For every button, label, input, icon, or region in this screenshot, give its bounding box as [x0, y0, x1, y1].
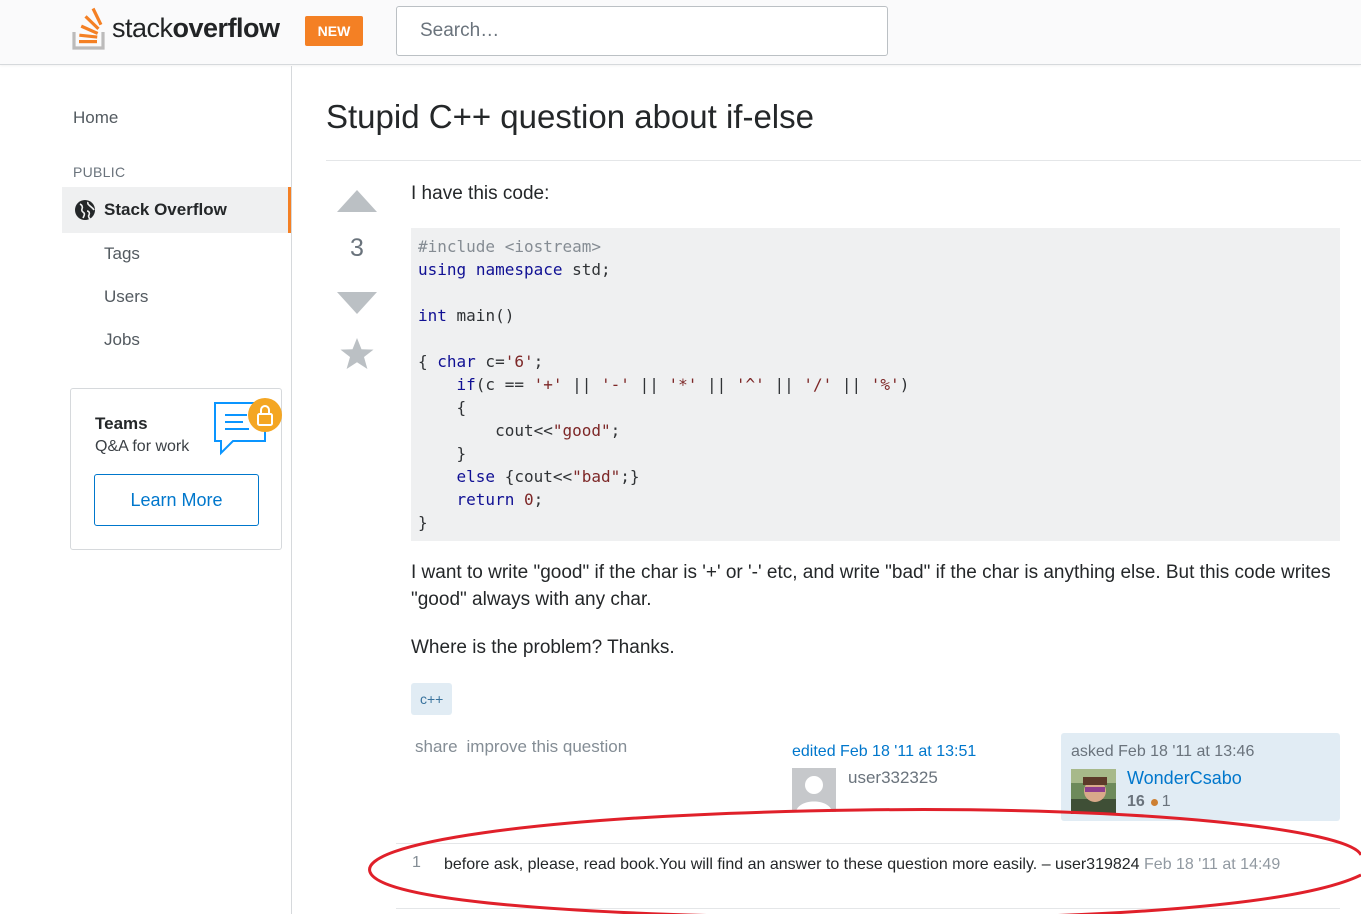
tag-cpp[interactable]: c++	[411, 683, 453, 715]
teams-subtitle: Q&A for work	[95, 438, 190, 455]
stackoverflow-logo[interactable]: stackoverflow	[72, 6, 280, 50]
share-link[interactable]: share	[415, 737, 458, 756]
code-line: }	[418, 513, 428, 532]
user-photo-icon	[1071, 769, 1116, 814]
comment-text: before ask, please, read book.You will f…	[444, 856, 1051, 873]
code-line: return 0;	[456, 490, 544, 509]
owner-signature: asked Feb 18 '11 at 13:46 WonderCsabo 16…	[1061, 733, 1340, 821]
search-input[interactable]: Search…	[396, 6, 888, 56]
downvote-arrow-icon[interactable]	[336, 290, 378, 321]
sidebar-item-tags[interactable]: Tags	[104, 244, 140, 264]
comment-body: before ask, please, read book.You will f…	[444, 853, 1340, 876]
bronze-badge-icon	[1150, 798, 1158, 806]
avatar[interactable]	[792, 768, 836, 812]
editor-username: user332325	[848, 768, 938, 787]
avatar[interactable]	[1071, 769, 1116, 814]
page-title[interactable]: Stupid C++ question about if-else	[326, 98, 814, 136]
sidebar-section-public: PUBLIC	[73, 164, 126, 180]
question-paragraph: I want to write "good" if the char is '+…	[411, 562, 1331, 610]
code-line: }	[418, 444, 467, 463]
comment-score: 1	[412, 854, 421, 871]
question-intro: I have this code:	[411, 183, 550, 204]
vote-count: 3	[350, 234, 364, 262]
code-line: {	[418, 398, 467, 417]
logo-wordmark: stackoverflow	[112, 12, 280, 43]
default-user-icon	[792, 768, 836, 812]
code-block: #include <iostream> using namespace std;…	[411, 228, 1340, 541]
top-bar: stackoverflow NEW Search…	[0, 0, 1361, 65]
divider	[396, 843, 1340, 844]
favorite-star-icon[interactable]	[339, 337, 375, 376]
left-sidebar: Home PUBLIC Stack Overflow Tags Users Jo…	[0, 66, 292, 914]
globe-icon	[74, 199, 96, 221]
improve-question-link[interactable]: improve this question	[467, 737, 628, 756]
comment-date[interactable]: Feb 18 '11 at 14:49	[1144, 856, 1280, 873]
code-line: else {cout<<"bad";}	[456, 467, 640, 486]
sidebar-item-jobs[interactable]: Jobs	[104, 330, 140, 350]
question-paragraph: Where is the problem? Thanks.	[411, 637, 675, 658]
sidebar-item-home[interactable]: Home	[73, 108, 118, 128]
edited-timestamp-link[interactable]: edited Feb 18 '11 at 13:51	[792, 743, 976, 761]
sidebar-item-label: Stack Overflow	[104, 200, 227, 219]
divider	[396, 908, 1340, 909]
code-line: #include <iostream>	[418, 237, 602, 256]
teams-promo: Teams Q&A for work Learn More	[70, 388, 282, 550]
code-line: int main()	[418, 306, 515, 325]
code-line: cout<<"good";	[418, 421, 621, 440]
owner-username-link[interactable]: WonderCsabo	[1127, 768, 1242, 789]
sidebar-item-stack-overflow[interactable]: Stack Overflow	[62, 187, 291, 233]
code-line: using namespace std;	[418, 260, 611, 279]
comment-user-link[interactable]: user319824	[1055, 856, 1140, 873]
sidebar-item-users[interactable]: Users	[104, 287, 148, 307]
bronze-badge-count: 1	[1161, 793, 1171, 810]
teams-title: Teams	[95, 414, 148, 433]
asked-timestamp: asked Feb 18 '11 at 13:46	[1071, 743, 1255, 760]
stack-logo-icon	[72, 7, 105, 50]
code-line: { char c='6';	[418, 352, 544, 371]
upvote-arrow-icon[interactable]	[336, 188, 378, 219]
divider	[326, 160, 1361, 161]
new-badge[interactable]: NEW	[305, 16, 363, 46]
reputation-score: 16	[1127, 793, 1145, 810]
post-menu: share improve this question	[415, 737, 636, 757]
code-line: if(c == '+' || '-' || '*' || '^' || '/' …	[456, 375, 910, 394]
learn-more-button[interactable]: Learn More	[94, 474, 259, 526]
reputation: 16 1	[1127, 793, 1171, 811]
teams-chat-lock-icon	[213, 395, 285, 466]
